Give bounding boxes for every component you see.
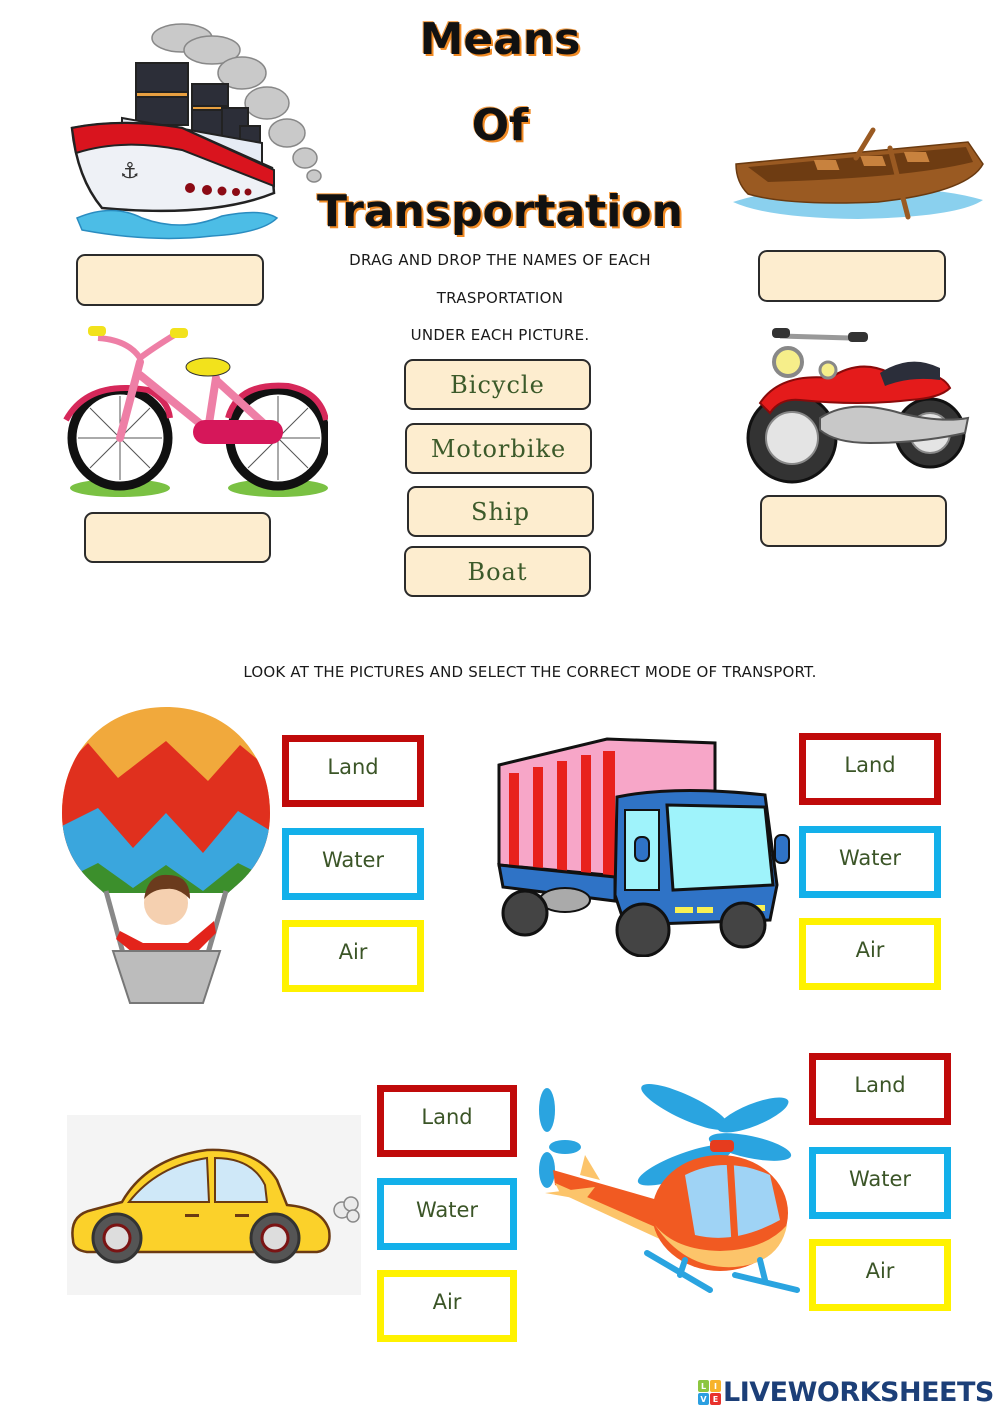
- bicycle-drop-box[interactable]: [84, 512, 271, 563]
- boat-drop-box[interactable]: [758, 250, 946, 302]
- live-blocks-icon: L I V E: [698, 1380, 721, 1405]
- truck-option-air[interactable]: Air: [799, 918, 941, 990]
- balloon-option-land[interactable]: Land: [282, 735, 424, 807]
- truck-option-land[interactable]: Land: [799, 733, 941, 805]
- logo-letter-l: L: [698, 1380, 709, 1392]
- car-option-water[interactable]: Water: [377, 1178, 517, 1250]
- logo-letter-e: E: [710, 1393, 721, 1405]
- helicopter-option-water[interactable]: Water: [809, 1147, 951, 1219]
- word-boat[interactable]: Boat: [404, 546, 591, 597]
- car-option-air[interactable]: Air: [377, 1270, 517, 1342]
- title-line-3: Transportation: [317, 186, 683, 237]
- instruction-line-1: DRAG AND DROP THE NAMES OF EACH: [349, 251, 651, 269]
- truck-icon: [497, 737, 790, 957]
- logo-letter-v: V: [698, 1393, 709, 1405]
- rowboat-icon: [733, 127, 984, 220]
- liveworksheets-logo[interactable]: L I V E LIVEWORKSHEETS: [698, 1377, 994, 1408]
- instruction-line-3: UNDER EACH PICTURE.: [410, 326, 590, 344]
- bicycle-icon: [63, 326, 328, 497]
- balloon-option-water[interactable]: Water: [282, 828, 424, 900]
- select-instruction: LOOK AT THE PICTURES AND SELECT THE CORR…: [243, 663, 817, 681]
- helicopter-option-air[interactable]: Air: [809, 1239, 951, 1311]
- car-icon: [71, 1148, 360, 1264]
- balloon-option-air[interactable]: Air: [282, 920, 424, 992]
- helicopter-icon: [539, 1083, 800, 1293]
- motorbike-icon: [746, 328, 970, 484]
- svg-text:⚓: ⚓: [120, 159, 140, 184]
- title-line-2: Of: [471, 100, 529, 151]
- ship-drop-box[interactable]: [76, 254, 264, 306]
- logo-text: LIVEWORKSHEETS: [723, 1377, 994, 1408]
- motorbike-drop-box[interactable]: [760, 495, 947, 547]
- instruction-line-2: TRASPORTATION: [436, 289, 564, 307]
- word-bicycle[interactable]: Bicycle: [404, 359, 591, 410]
- title-line-1: Means: [419, 14, 581, 65]
- ship-icon: ⚓: [70, 23, 322, 240]
- car-option-land[interactable]: Land: [377, 1085, 517, 1157]
- word-ship[interactable]: Ship: [407, 486, 594, 537]
- logo-letter-i: I: [710, 1380, 721, 1392]
- hot-air-balloon-icon: [62, 707, 270, 1004]
- word-motorbike[interactable]: Motorbike: [405, 423, 592, 474]
- truck-option-water[interactable]: Water: [799, 826, 941, 898]
- helicopter-option-land[interactable]: Land: [809, 1053, 951, 1125]
